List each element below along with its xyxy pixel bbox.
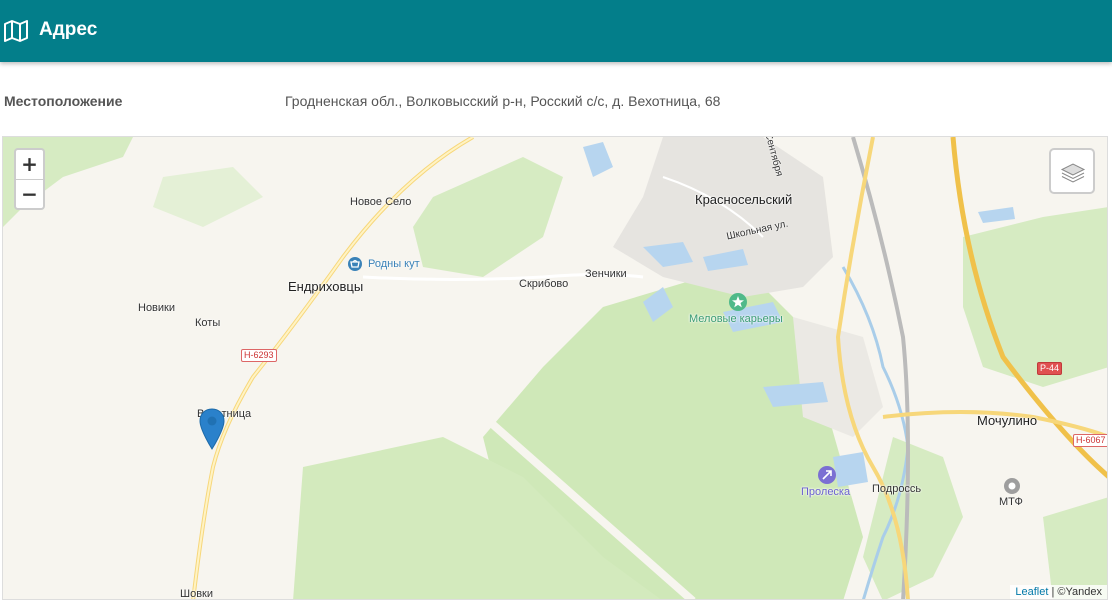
place-label: Мочулино [977,413,1038,428]
map-attribution: Leaflet | ©Yandex [1010,585,1107,599]
location-label: Местоположение [4,93,123,109]
road-badge: Н-6293 [241,349,277,362]
place-label: Зенчики [585,268,627,280]
place-label: Коты [195,317,221,329]
place-label: Скрибово [519,278,569,290]
layers-button[interactable] [1049,148,1095,194]
page-title: Адрес [39,19,98,40]
map-view[interactable]: Новое Село Родны кут Ендриховцы Новики К… [2,136,1108,600]
poi-label: Родны кут [368,258,420,270]
farm-icon[interactable] [1003,477,1021,495]
location-marker-icon[interactable] [199,408,225,450]
leaflet-link[interactable]: Leaflet [1015,586,1048,598]
road-badge: Н-6067 [1073,434,1107,447]
zoom-out-button[interactable]: − [16,180,43,208]
place-label: Красносельский [695,192,793,207]
place-label: МТФ [999,496,1023,508]
poi-label: Меловые карьеры [689,313,783,325]
place-label: Новики [138,302,176,314]
place-label: Подроссь [872,483,922,495]
airplane-icon[interactable] [818,466,836,484]
zoom-in-button[interactable]: + [16,150,43,180]
place-label: Шовки [180,588,213,600]
location-value: Гродненская обл., Волковысский р-н, Росс… [285,93,721,109]
place-label: Ендриховцы [288,279,364,294]
star-icon[interactable] [729,293,747,311]
layers-icon [1060,163,1086,183]
poi-label: Пролеска [801,486,851,498]
road-badge: Р-44 [1037,362,1063,375]
place-label: Новое Село [350,196,412,208]
map-tiles[interactable] [3,137,1108,600]
provider-credit: ©Yandex [1057,586,1102,598]
shop-icon[interactable] [348,257,362,271]
zoom-control: + − [14,148,45,210]
header-bar: Адрес [0,0,1112,62]
map-icon [4,20,28,42]
location-row: Местоположение Гродненская обл., Волковы… [0,63,1112,135]
